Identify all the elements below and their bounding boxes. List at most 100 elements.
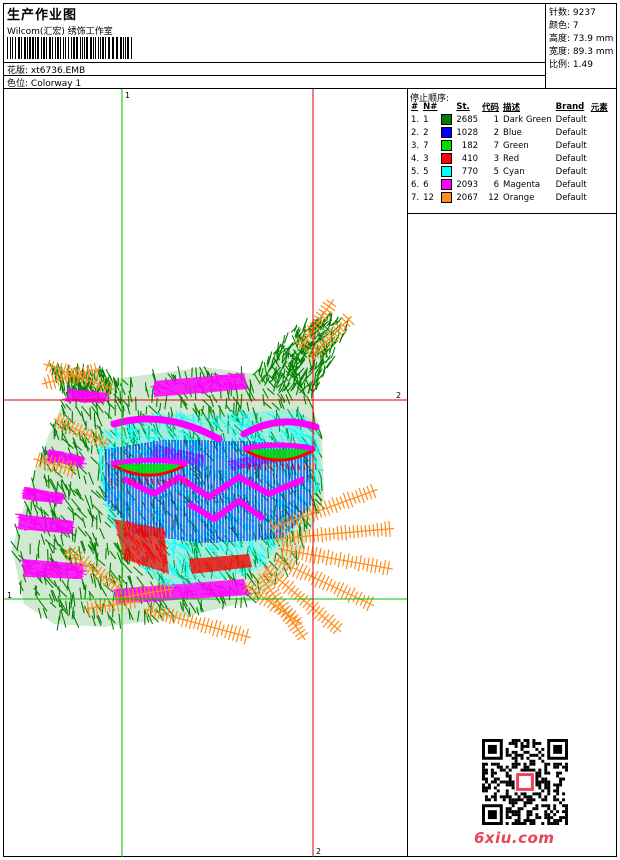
design-canvas: 1 2 1 2 — [4, 89, 408, 857]
stat-label: 高度: — [549, 34, 571, 44]
table-row: 2. 2 1028 2 Blue Default — [409, 126, 610, 139]
stop-swatch — [439, 139, 454, 152]
colorway-row: 色位: Colorway 1 — [7, 76, 81, 89]
stop-stitches: 770 — [461, 166, 479, 177]
guide-label-horizontal-green: 1 — [7, 591, 13, 600]
stop-swatch — [439, 178, 454, 191]
color-swatch — [441, 140, 453, 151]
stat-label: 宽度: — [549, 47, 571, 57]
stop-code: 5 — [493, 166, 500, 177]
color-swatch — [441, 153, 453, 164]
stop-stitches: 410 — [461, 153, 479, 164]
stop-stitches: 2093 — [456, 179, 479, 190]
stop-swatch — [439, 126, 454, 139]
company-name: Wilcom(汇宏) 绣饰工作室 — [7, 27, 113, 37]
header-info: 生产作业图 Wilcom(汇宏) 绣饰工作室 花版: xt6736.EMB 色位… — [4, 4, 546, 89]
stop-brand: Default — [555, 153, 587, 164]
stop-stitches: 2067 — [456, 192, 479, 203]
stop-sequence-panel: 停止顺序: # N# St. 代码 描述 Brand 元素 1. 1 2685 … — [408, 89, 616, 857]
stat-value: 1.49 — [572, 60, 593, 70]
stop-sequence-box: 停止顺序: # N# St. 代码 描述 Brand 元素 1. 1 2685 … — [408, 89, 616, 214]
stop-index: 2. — [411, 127, 420, 138]
table-row: 5. 5 770 5 Cyan Default — [409, 165, 610, 178]
stop-element — [589, 152, 610, 165]
stop-needle: 6 — [423, 179, 429, 190]
color-swatch — [441, 192, 453, 203]
stop-stitches: 182 — [461, 140, 479, 151]
stat-value: 9237 — [572, 8, 596, 18]
stop-brand: Default — [555, 114, 587, 125]
stop-element — [589, 139, 610, 152]
stop-swatch — [439, 152, 454, 165]
stop-brand: Default — [555, 140, 587, 151]
stat-value: 73.9 mm — [572, 34, 614, 44]
stat-stitches: 针数: 9237 — [549, 5, 596, 18]
stop-code: 1 — [493, 114, 500, 125]
table-row: 1. 1 2685 1 Dark Green Default — [409, 113, 610, 126]
color-swatch — [441, 166, 453, 177]
stop-element — [589, 165, 610, 178]
stop-swatch — [439, 191, 454, 204]
stop-needle: 12 — [423, 192, 434, 203]
stop-code: 2 — [493, 127, 500, 138]
production-sheet: 生产作业图 Wilcom(汇宏) 绣饰工作室 花版: xt6736.EMB 色位… — [3, 3, 617, 857]
stat-width: 宽度: 89.3 mm — [549, 44, 613, 57]
stop-code: 12 — [488, 192, 500, 203]
table-header-row: # N# St. 代码 描述 Brand 元素 — [409, 101, 610, 113]
stat-label: 颜色: — [549, 21, 571, 31]
table-row: 4. 3 410 3 Red Default — [409, 152, 610, 165]
design-stats: 针数: 9237 颜色: 7 高度: 73.9 mm 宽度: 89.3 mm 比… — [547, 4, 616, 88]
stop-swatch — [439, 165, 454, 178]
stop-needle: 1 — [423, 114, 429, 125]
stop-index: 7. — [411, 192, 420, 203]
design-file: xt6736.EMB — [30, 66, 86, 76]
stop-index: 5. — [411, 166, 420, 177]
table-row: 6. 6 2093 6 Magenta Default — [409, 178, 610, 191]
stat-label: 针数: — [549, 8, 571, 18]
barcode — [7, 37, 132, 59]
stop-code: 6 — [493, 179, 500, 190]
stop-needle: 5 — [423, 166, 429, 177]
color-swatch — [441, 114, 453, 125]
stop-stitches: 1028 — [456, 127, 479, 138]
colorway-label: 色位: — [7, 79, 29, 89]
stop-description: Cyan — [503, 166, 525, 177]
sheet-title: 生产作业图 — [7, 8, 78, 23]
stop-needle: 7 — [423, 140, 429, 151]
stop-brand: Default — [555, 179, 587, 190]
design-row: 花版: xt6736.EMB — [7, 63, 85, 76]
stop-element — [589, 126, 610, 139]
stop-brand: Default — [555, 192, 587, 203]
stat-scale: 比例: 1.49 — [549, 57, 593, 70]
color-swatch — [441, 127, 453, 138]
stop-sequence-table: # N# St. 代码 描述 Brand 元素 1. 1 2685 1 Dark Gre… — [409, 101, 610, 204]
embroidery-preview — [4, 89, 407, 857]
color-swatch — [441, 179, 453, 190]
stop-code: 3 — [493, 153, 500, 164]
stop-description: Orange — [503, 192, 535, 203]
stop-element — [589, 191, 610, 204]
stat-colors: 颜色: 7 — [549, 18, 579, 31]
stop-needle: 2 — [423, 127, 429, 138]
col-stitches: St. — [456, 102, 470, 112]
sheet-body: 1 2 1 2 停止顺序: # N# St. 代码 描述 Brand 元素 1.… — [4, 89, 616, 857]
guide-label-vertical-red: 2 — [316, 847, 322, 856]
col-code: 代码 — [482, 103, 500, 113]
guide-label-horizontal-red: 2 — [396, 391, 402, 400]
stop-needle: 3 — [423, 153, 429, 164]
sheet-header: 生产作业图 Wilcom(汇宏) 绣饰工作室 花版: xt6736.EMB 色位… — [4, 4, 616, 89]
stop-index: 3. — [411, 140, 420, 151]
stop-index: 1. — [411, 114, 420, 125]
stop-index: 6. — [411, 179, 420, 190]
col-brand: Brand — [555, 102, 585, 112]
stop-brand: Default — [555, 166, 587, 177]
stat-label: 比例: — [549, 60, 571, 70]
table-row: 3. 7 182 7 Green Default — [409, 139, 610, 152]
colorway-value: Colorway 1 — [30, 79, 82, 89]
col-description: 描述 — [503, 103, 521, 113]
guide-label-vertical-green: 1 — [125, 91, 131, 100]
stop-code: 7 — [493, 140, 500, 151]
stop-description: Red — [503, 153, 520, 164]
qr-code — [482, 739, 568, 825]
stop-element — [589, 178, 610, 191]
